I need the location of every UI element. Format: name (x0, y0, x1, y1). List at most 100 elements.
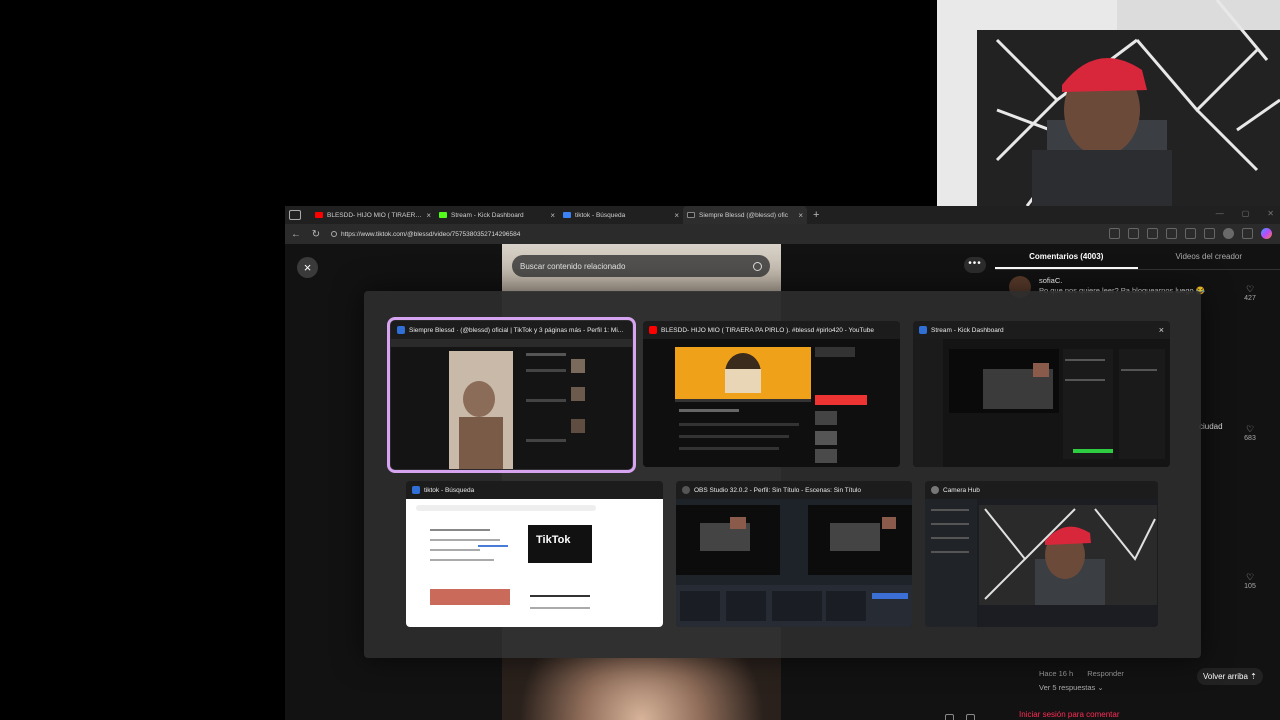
window-titlebar: Stream - Kick Dashboard × (913, 321, 1170, 339)
tab-kick[interactable]: Stream - Kick Dashboard × (435, 206, 559, 224)
reply-button[interactable]: Responder (1087, 669, 1124, 678)
window-titlebar: Siempre Blessd · (@blessd) oficial | Tik… (391, 321, 632, 339)
desktop: BLESDD- HIJO MIO ( TIRAERA PA × Stream -… (0, 0, 1280, 720)
favorites-icon[interactable] (1185, 228, 1196, 239)
window-titlebar: Camera Hub (925, 481, 1158, 499)
volume-icon[interactable] (966, 714, 975, 720)
window-title: OBS Studio 32.0.2 - Perfil: Sin Título -… (694, 486, 862, 494)
comment-text-fragment: ciudad (1199, 422, 1223, 431)
refresh-icon[interactable]: ↻ (311, 229, 321, 240)
maximize-icon[interactable]: ▢ (1242, 209, 1250, 218)
site-info-icon[interactable] (331, 231, 337, 237)
tab-actions-icon[interactable] (289, 210, 301, 220)
switcher-window-youtube[interactable]: BLESDD- HIJO MIO ( TIRAERA PA PIRLO ). #… (643, 321, 900, 467)
like-button[interactable]: ♡ 683 (1240, 424, 1260, 442)
comment-time: Hace 16 h (1039, 669, 1074, 678)
more-menu-icon[interactable] (1242, 228, 1253, 239)
camera-icon (931, 486, 939, 494)
close-tab-icon[interactable]: × (674, 211, 679, 220)
search-icon (563, 212, 571, 218)
window-title: BLESDD- HIJO MIO ( TIRAERA PA PIRLO ). #… (661, 326, 875, 334)
window-title: Siempre Blessd · (@blessd) oficial | Tik… (409, 326, 624, 334)
close-tab-icon[interactable]: × (426, 211, 431, 220)
window-controls: — ▢ ✕ (1216, 209, 1274, 218)
heart-icon: ♡ (1245, 572, 1255, 582)
like-count: 683 (1244, 435, 1256, 442)
window-preview (925, 499, 1158, 627)
back-to-top-button[interactable]: Volver arriba ⇡ (1197, 668, 1263, 685)
switcher-window-search[interactable]: tiktok - Búsqueda TikTok (406, 481, 663, 627)
tab-tiktok[interactable]: Siempre Blessd (@blessd) ofic × (683, 206, 807, 224)
comment-meta: Hace 16 h Responder (1039, 669, 1124, 678)
switcher-window-kick[interactable]: Stream - Kick Dashboard × (913, 321, 1170, 467)
tab-search[interactable]: tiktok - Búsqueda × (559, 206, 683, 224)
toolbar-icons (1109, 228, 1272, 239)
tab-label: Stream - Kick Dashboard (451, 211, 524, 219)
url-text: https://www.tiktok.com/@blessd/video/757… (341, 230, 521, 238)
window-preview (643, 339, 900, 467)
webcam-overlay (937, 0, 1280, 206)
tab-label: BLESDD- HIJO MIO ( TIRAERA PA (327, 211, 423, 219)
tab-label: Siempre Blessd (@blessd) ofic (699, 211, 788, 219)
youtube-icon (315, 212, 323, 218)
pip-icon[interactable] (945, 714, 954, 720)
tiktok-logo: TikTok (536, 534, 571, 546)
screenshot-icon[interactable] (1109, 228, 1120, 239)
video-frame-bottom (502, 658, 781, 720)
comment-author[interactable]: sofiaC. (1039, 276, 1062, 285)
url-field[interactable]: https://www.tiktok.com/@blessd/video/757… (331, 231, 520, 238)
heart-icon: ♡ (1245, 284, 1255, 294)
like-count: 427 (1244, 295, 1256, 302)
extensions-icon[interactable] (1166, 228, 1177, 239)
address-bar: ← ↻ https://www.tiktok.com/@blessd/video… (285, 224, 1280, 244)
copilot-icon[interactable] (1261, 228, 1272, 239)
profile-icon[interactable] (1223, 228, 1234, 239)
view-replies-button[interactable]: Ver 5 respuestas ⌄ (1039, 683, 1104, 692)
tiktok-icon (687, 212, 695, 218)
window-preview: TikTok (406, 499, 663, 627)
tab-strip: BLESDD- HIJO MIO ( TIRAERA PA × Stream -… (285, 206, 1280, 224)
window-preview (676, 499, 912, 627)
obs-icon (682, 486, 690, 494)
task-switcher: Siempre Blessd · (@blessd) oficial | Tik… (364, 291, 1201, 658)
tab-creator-videos[interactable]: Videos del creador (1138, 244, 1280, 269)
kick-icon (439, 212, 447, 218)
close-tab-icon[interactable]: × (798, 211, 803, 220)
player-controls (945, 714, 975, 720)
collections-icon[interactable] (1204, 228, 1215, 239)
close-video-button[interactable]: × (297, 257, 318, 278)
tab-comments[interactable]: Comentarios (4003) (995, 244, 1138, 269)
edge-icon (412, 486, 420, 494)
switcher-window-tiktok[interactable]: Siempre Blessd · (@blessd) oficial | Tik… (387, 317, 636, 473)
back-icon[interactable]: ← (291, 229, 301, 240)
edge-icon (649, 326, 657, 334)
edge-icon (397, 326, 405, 334)
close-window-icon[interactable]: ✕ (1267, 209, 1274, 218)
like-button[interactable]: ♡ 105 (1240, 572, 1260, 590)
window-titlebar: BLESDD- HIJO MIO ( TIRAERA PA PIRLO ). #… (643, 321, 900, 339)
window-preview (391, 339, 632, 469)
edge-icon (919, 326, 927, 334)
window-titlebar: tiktok - Búsqueda (406, 481, 663, 499)
related-search-input[interactable]: Buscar contenido relacionado (512, 255, 770, 277)
search-icon[interactable] (753, 261, 762, 271)
switcher-window-obs[interactable]: OBS Studio 32.0.2 - Perfil: Sin Título -… (676, 481, 912, 627)
minimize-icon[interactable]: — (1216, 209, 1224, 218)
tab-youtube[interactable]: BLESDD- HIJO MIO ( TIRAERA PA × (311, 206, 435, 224)
tab-label: tiktok - Búsqueda (575, 211, 626, 219)
login-to-comment-link[interactable]: Iniciar sesión para comentar (995, 710, 1280, 720)
close-window-icon[interactable]: × (1159, 325, 1164, 335)
more-options-button[interactable]: ••• (964, 257, 986, 273)
like-button[interactable]: ♡ 427 (1240, 284, 1260, 302)
comments-tabs: Comentarios (4003) Videos del creador (995, 244, 1280, 270)
related-search-placeholder: Buscar contenido relacionado (520, 261, 626, 271)
window-title: tiktok - Búsqueda (424, 486, 475, 494)
window-titlebar: OBS Studio 32.0.2 - Perfil: Sin Título -… (676, 481, 912, 499)
read-aloud-icon[interactable] (1128, 228, 1139, 239)
like-count: 105 (1244, 583, 1256, 590)
new-tab-button[interactable]: + (813, 209, 819, 221)
close-tab-icon[interactable]: × (550, 211, 555, 220)
window-title: Stream - Kick Dashboard (931, 326, 1004, 334)
switcher-window-camera-hub[interactable]: Camera Hub (925, 481, 1158, 627)
split-screen-icon[interactable] (1147, 228, 1158, 239)
